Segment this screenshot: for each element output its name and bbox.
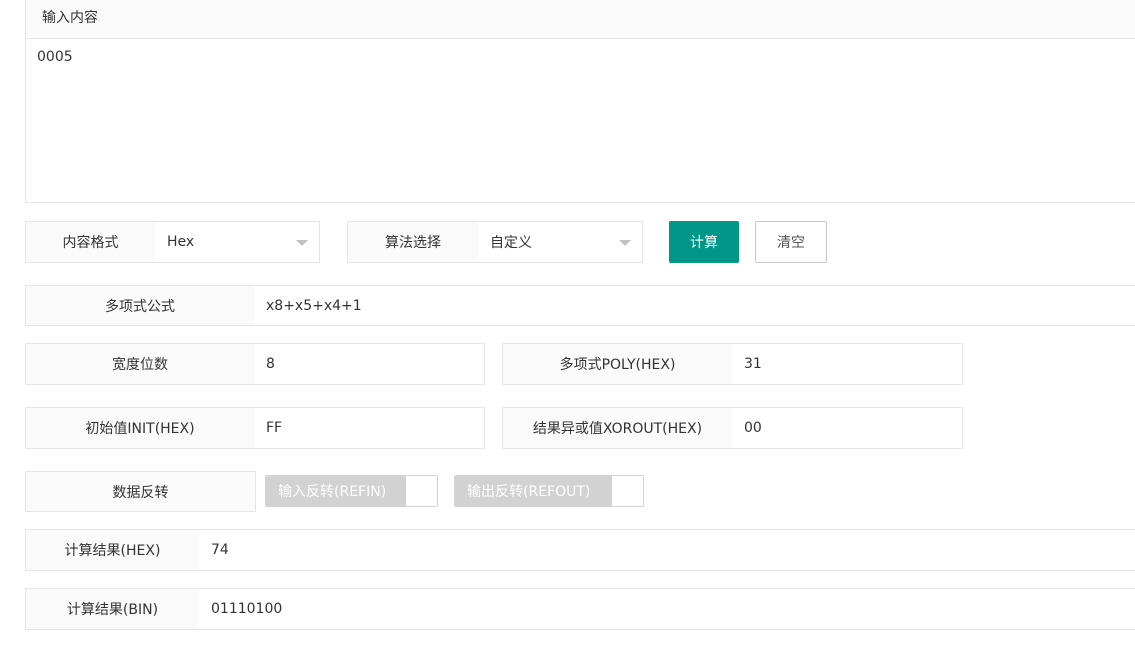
chevron-down-icon <box>296 240 308 246</box>
init-input[interactable]: FF <box>254 407 485 449</box>
algorithm-select[interactable]: 自定义 <box>478 221 643 263</box>
format-label: 内容格式 <box>25 221 156 263</box>
result-hex-output[interactable]: 74 <box>199 529 1135 571</box>
refin-switch[interactable]: 输入反转(REFIN) <box>265 475 438 507</box>
result-bin-label: 计算结果(BIN) <box>25 588 200 630</box>
poly-formula-label: 多项式公式 <box>25 285 255 326</box>
poly-hex-input[interactable]: 31 <box>732 343 963 385</box>
refout-switch[interactable]: 输出反转(REFOUT) <box>454 475 644 507</box>
input-textarea[interactable]: 0005 <box>26 39 1135 202</box>
refout-switch-knob <box>611 476 643 506</box>
clear-button[interactable]: 清空 <box>755 221 827 263</box>
chevron-down-icon <box>619 240 631 246</box>
xorout-label: 结果异或值XOROUT(HEX) <box>502 407 733 449</box>
refin-switch-knob <box>405 476 437 506</box>
width-label: 宽度位数 <box>25 343 255 385</box>
result-hex-label: 计算结果(HEX) <box>25 529 200 571</box>
input-panel-title: 输入内容 <box>26 0 1135 39</box>
xorout-input[interactable]: 00 <box>732 407 963 449</box>
poly-formula-input[interactable]: x8+x5+x4+1 <box>254 285 1135 326</box>
format-select[interactable]: Hex <box>155 221 320 263</box>
refin-switch-label: 输入反转(REFIN) <box>266 476 406 506</box>
result-bin-output[interactable]: 01110100 <box>199 588 1135 630</box>
init-label: 初始值INIT(HEX) <box>25 407 255 449</box>
input-panel: 输入内容 0005 <box>25 0 1135 203</box>
refout-switch-label: 输出反转(REFOUT) <box>455 476 612 506</box>
width-input[interactable]: 8 <box>254 343 485 385</box>
format-select-value: Hex <box>167 234 195 250</box>
reverse-label: 数据反转 <box>25 471 256 512</box>
calculate-button[interactable]: 计算 <box>669 221 739 263</box>
poly-hex-label: 多项式POLY(HEX) <box>502 343 733 385</box>
algorithm-label: 算法选择 <box>347 221 479 263</box>
algorithm-select-value: 自定义 <box>490 235 532 251</box>
